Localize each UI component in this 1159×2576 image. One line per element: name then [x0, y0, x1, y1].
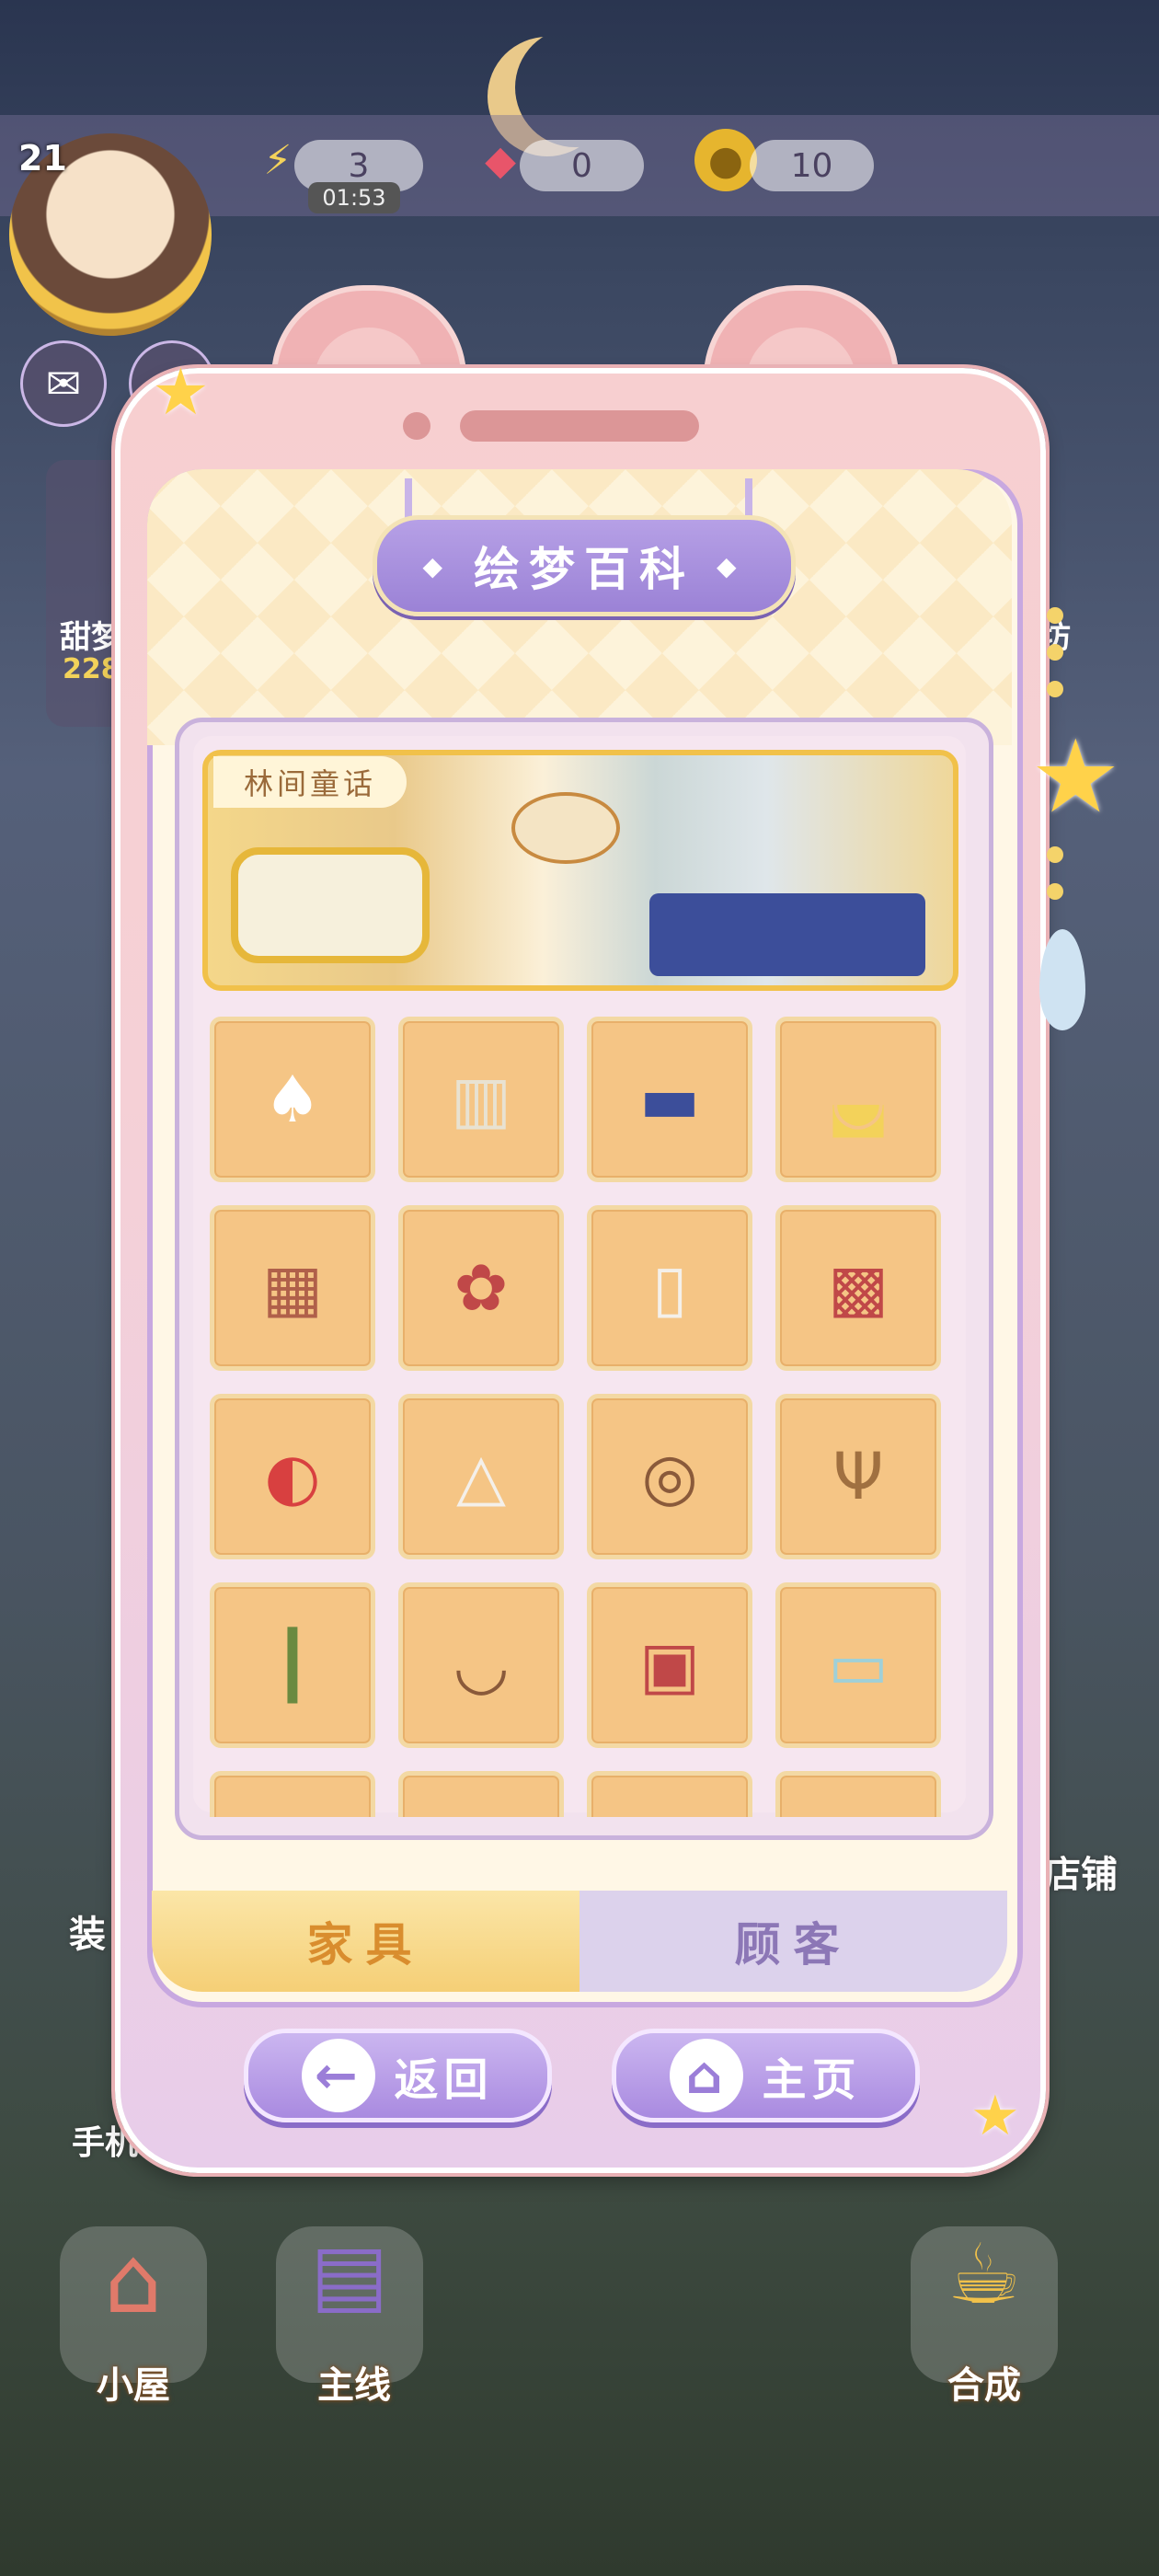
star-icon: ★ [970, 2084, 1020, 2148]
collection-name: 林间童话 [213, 756, 407, 808]
coin-icon: ● [694, 129, 757, 191]
item-tile[interactable]: ▩ [775, 1205, 941, 1371]
partial-item-icon: · [430, 1803, 532, 1817]
star-icon: ★ [152, 354, 210, 430]
encyclopedia-title: ◆ 绘梦百科 ◆ [373, 515, 796, 616]
bunny-basket-icon: ◡ [453, 1627, 510, 1703]
vanity-table-icon: ◎ [641, 1439, 698, 1514]
antler-hook-icon: Ψ [832, 1439, 884, 1514]
back-button[interactable]: ← 返回 [244, 2029, 552, 2122]
item-tile[interactable]: ◡ [398, 1582, 564, 1748]
mushroom-stool-set-icon: ✿ [453, 1250, 509, 1326]
scene-bed [649, 893, 925, 976]
home-button[interactable]: ⌂ 主页 [612, 2029, 920, 2122]
gem-counter[interactable]: 0 [520, 140, 644, 191]
item-tile[interactable]: ◎ [587, 1394, 752, 1559]
merge-label: 合成 [947, 2364, 1021, 2407]
tab-bar: 家具 顾客 [152, 1891, 1007, 1992]
cottage-label: 小屋 [97, 2364, 170, 2407]
item-tile[interactable]: ▯ [587, 1205, 752, 1371]
sweets-label: 甜梦 [60, 619, 122, 656]
mail-icon: ✉ [45, 359, 82, 408]
market-stall-icon: ▩ [827, 1250, 889, 1326]
tab-customers[interactable]: 顾客 [580, 1891, 1007, 1992]
cottage-icon: ⌂ [104, 2226, 163, 2334]
partial-item-icon: · [808, 1803, 909, 1817]
item-tile[interactable]: Ψ [775, 1394, 941, 1559]
item-tile[interactable]: ◐ [210, 1394, 375, 1559]
vine-coat-rack-icon: ┃ [272, 1627, 313, 1703]
item-tile[interactable]: ▭ [775, 1582, 941, 1748]
home-label: 主页 [762, 2054, 862, 2106]
easel-icon: △ [456, 1439, 506, 1514]
picture-frames-icon: ▣ [638, 1627, 701, 1703]
item-tile[interactable]: · [587, 1771, 752, 1817]
window-curtain-icon: ▥ [450, 1062, 512, 1137]
item-tile[interactable]: · [210, 1771, 375, 1817]
item-tile[interactable]: ▣ [587, 1582, 752, 1748]
decor-label[interactable]: 装 [69, 1904, 106, 1958]
player-level: 21 [18, 138, 67, 178]
item-tile[interactable]: ▥ [398, 1017, 564, 1182]
item-grid: ♠ ▥ ▬ ◛ ▦ ✿ ▯ ▩ ◐ △ ◎ Ψ ┃ ◡ ▣ ▭ · · · · [210, 1017, 946, 1817]
item-tile[interactable]: ✿ [398, 1205, 564, 1371]
scene-sofa [231, 847, 430, 963]
mushroom-lamp-icon: ♠ [263, 1062, 322, 1137]
diamond-icon: ◆ [422, 550, 452, 581]
charm-drop-icon [1039, 929, 1085, 1030]
apple-rug-icon: ◐ [264, 1439, 321, 1514]
charm-star-icon: ★ [1030, 718, 1121, 835]
item-tile[interactable]: △ [398, 1394, 564, 1559]
partial-item-icon: · [242, 1803, 343, 1817]
fireplace-icon: ▦ [261, 1250, 324, 1326]
scene-table [511, 792, 620, 864]
shop-label[interactable]: 店铺 [1044, 1845, 1118, 1898]
sofa-icon: ◛ [827, 1062, 889, 1137]
item-tile[interactable]: · [775, 1771, 941, 1817]
item-tile[interactable]: ▦ [210, 1205, 375, 1371]
coin-counter[interactable]: 10 [750, 140, 874, 191]
item-tile[interactable]: · [398, 1771, 564, 1817]
diamond-icon: ◆ [717, 550, 746, 581]
item-tile[interactable]: ♠ [210, 1017, 375, 1182]
back-label: 返回 [394, 2054, 494, 2106]
terrarium-icon: ▭ [827, 1627, 889, 1703]
teacup-icon: ☕ [947, 2226, 1022, 2323]
main-story-label: 主线 [317, 2364, 391, 2407]
item-tile[interactable]: ▬ [587, 1017, 752, 1182]
mail-button[interactable]: ✉ [20, 340, 107, 427]
energy-timer: 01:53 [308, 182, 400, 213]
tab-furniture[interactable]: 家具 [152, 1891, 580, 1992]
phone-camera [403, 412, 430, 440]
phone-speaker [460, 410, 699, 442]
arched-mirror-icon: ▯ [651, 1250, 688, 1326]
arrow-left-icon: ← [302, 2039, 376, 2112]
partial-item-icon: · [619, 1803, 720, 1817]
item-tile[interactable]: ◛ [775, 1017, 941, 1182]
title-text: 绘梦百科 [474, 543, 694, 596]
book-icon: ▤ [310, 2226, 389, 2323]
home-icon: ⌂ [670, 2039, 744, 2112]
bed-icon: ▬ [638, 1062, 701, 1137]
item-tile[interactable]: ┃ [210, 1582, 375, 1748]
sweets-count: 228 [63, 653, 120, 685]
